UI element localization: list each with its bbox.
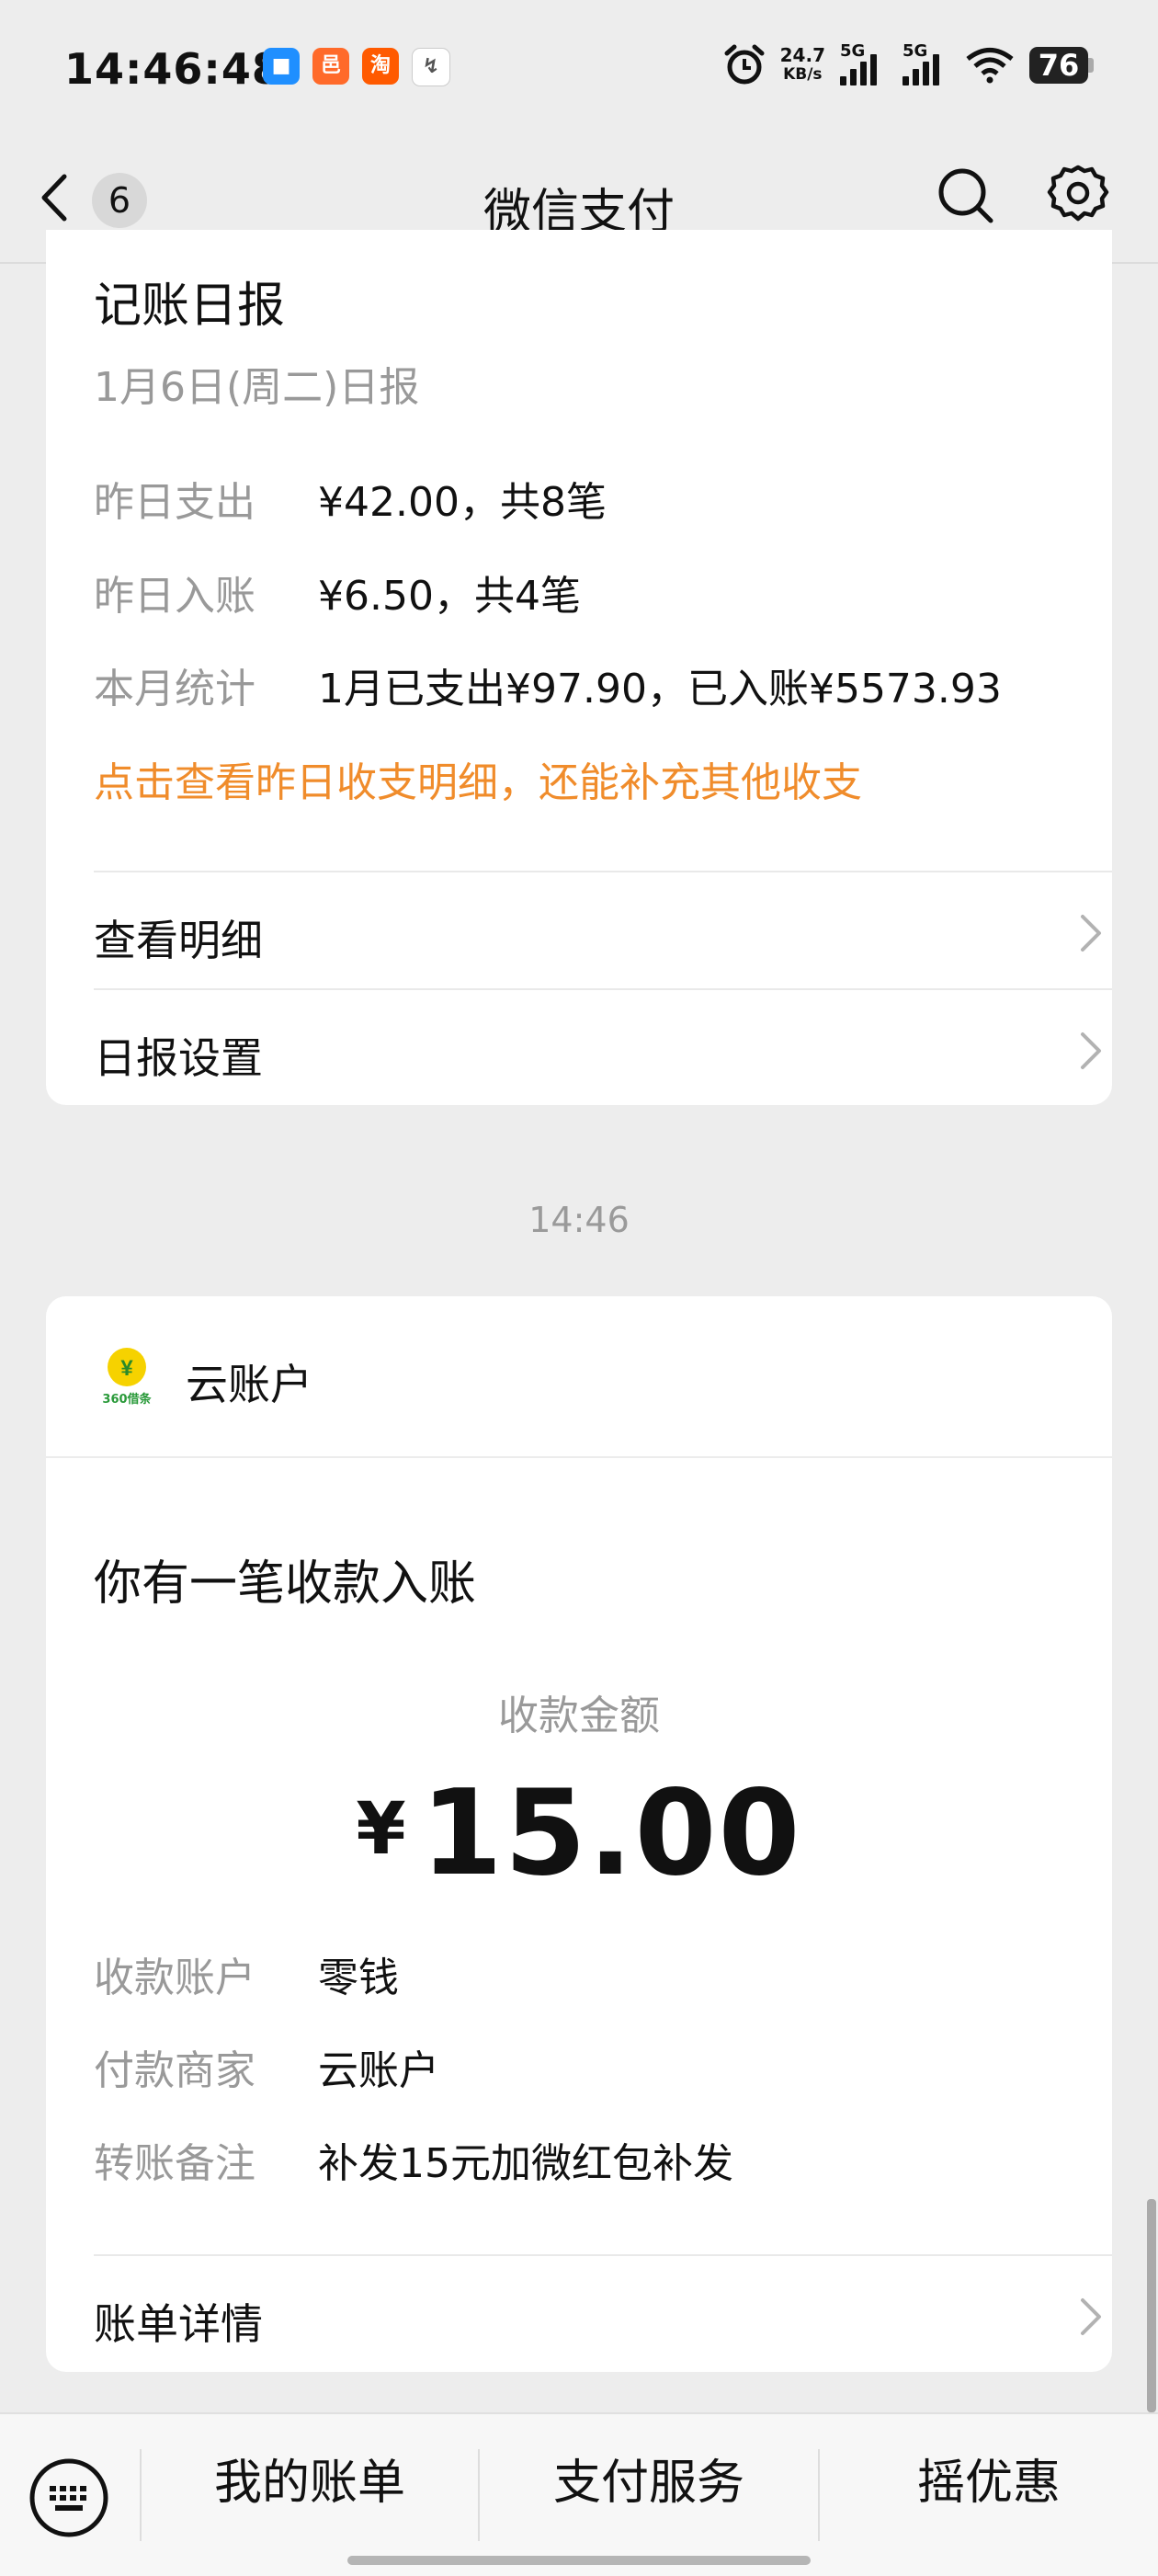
detail-row: 付款商家 云账户 [94,2037,439,2096]
gray-app-icon: ↯ [412,48,450,86]
report-settings-label: 日报设置 [94,1033,263,1083]
report-row-label: 昨日支出 [94,479,255,526]
daily-report-card[interactable]: 记账日报 1月6日(周二)日报 昨日支出 ¥42.00，共8笔 昨日入账 ¥6.… [46,230,1112,1105]
report-row-value: ¥42.00，共8笔 [318,479,607,526]
report-row-value: 1月已支出¥97.90，已入账¥5573.93 [318,666,1002,712]
menu-my-bills[interactable]: 我的账单 [142,2414,478,2552]
report-subtitle: 1月6日(周二)日报 [94,364,420,411]
signal-icon: 5G [840,41,888,85]
report-row: 本月统计 1月已支出¥97.90，已入账¥5573.93 [94,655,1002,714]
orange-app-icon: 邑 [312,48,349,85]
status-right: 24.7 KB/s 5G 5G 76 [723,41,1094,86]
bottom-menu: 我的账单 支付服务 摇优惠 [0,2412,1158,2576]
currency-symbol: ¥ [356,1788,406,1871]
network-speed: 24.7 KB/s [779,44,825,85]
status-bar: 14:46:48 ■ 邑 淘 ↯ 24.7 KB/s 5G 5G 76 [0,0,1158,138]
keyboard-toggle-button[interactable] [28,2456,110,2539]
detail-label: 付款商家 [94,2047,255,2094]
detail-row: 转账备注 补发15元加微红包补发 [94,2130,733,2189]
report-row-value: ¥6.50，共4笔 [318,573,581,620]
settings-button[interactable] [1044,162,1112,230]
gear-icon [1047,165,1109,222]
detail-row: 收款账户 零钱 [94,1944,399,2003]
amount-value: 15.00 [420,1765,802,1902]
message-timestamp: 14:46 [528,1200,630,1240]
svg-text:¥: ¥ [120,1356,133,1381]
report-row-label: 本月统计 [94,666,255,712]
notification-title: 你有一笔收款入账 [94,1556,477,1612]
keyboard-icon [29,2458,108,2537]
report-title: 记账日报 [94,279,286,334]
report-hint-link[interactable]: 点击查看昨日收支明细，还能补充其他收支 [94,749,862,808]
chevron-right-icon [1081,2298,1101,2335]
chevron-right-icon [1081,915,1101,952]
report-row: 昨日支出 ¥42.00，共8笔 [94,469,607,528]
report-settings-row[interactable]: 日报设置 [94,990,1112,1106]
battery-icon: 76 [1029,47,1094,84]
home-indicator[interactable] [347,2556,811,2565]
detail-value: 补发15元加微红包补发 [318,2140,733,2187]
detail-value: 云账户 [318,2047,439,2094]
chevron-right-icon [1081,1032,1101,1069]
view-details-row[interactable]: 查看明细 [94,872,1112,988]
wifi-icon [966,48,1014,84]
report-row: 昨日入账 ¥6.50，共4笔 [94,563,581,621]
bill-details-row[interactable]: 账单详情 [94,2256,1112,2372]
search-button[interactable] [932,162,1000,230]
merchant-header[interactable]: ¥ 360借条 云账户 [46,1296,1112,1458]
detail-label: 转账备注 [94,2140,255,2187]
blue-app-icon: ■ [263,48,300,85]
search-icon [938,168,993,223]
alarm-icon [724,44,765,85]
amount-label: 收款金额 [498,1693,660,1739]
notification-icons: ■ 邑 淘 ↯ [263,48,450,86]
taobao-icon: 淘 [362,48,399,85]
menu-shake-offers[interactable]: 摇优惠 [820,2414,1158,2552]
view-details-label: 查看明细 [94,916,263,965]
bill-details-label: 账单详情 [94,2299,263,2349]
amount-display: ¥15.00 [46,1765,1112,1902]
menu-payment-services[interactable]: 支付服务 [480,2414,818,2552]
report-row-label: 昨日入账 [94,573,255,620]
detail-value: 零钱 [318,1955,399,2001]
merchant-name: 云账户 [186,1360,312,1409]
signal-icon-2: 5G [903,41,950,85]
status-time: 14:46:48 [64,44,282,94]
scrollbar[interactable] [1147,2199,1156,2412]
logo-caption: 360借条 [102,1393,152,1407]
detail-label: 收款账户 [94,1955,255,2001]
merchant-logo: ¥ 360借条 [94,1347,160,1408]
payment-notification-card[interactable]: ¥ 360借条 云账户 你有一笔收款入账 收款金额 ¥15.00 收款账户 零钱… [46,1296,1112,2372]
